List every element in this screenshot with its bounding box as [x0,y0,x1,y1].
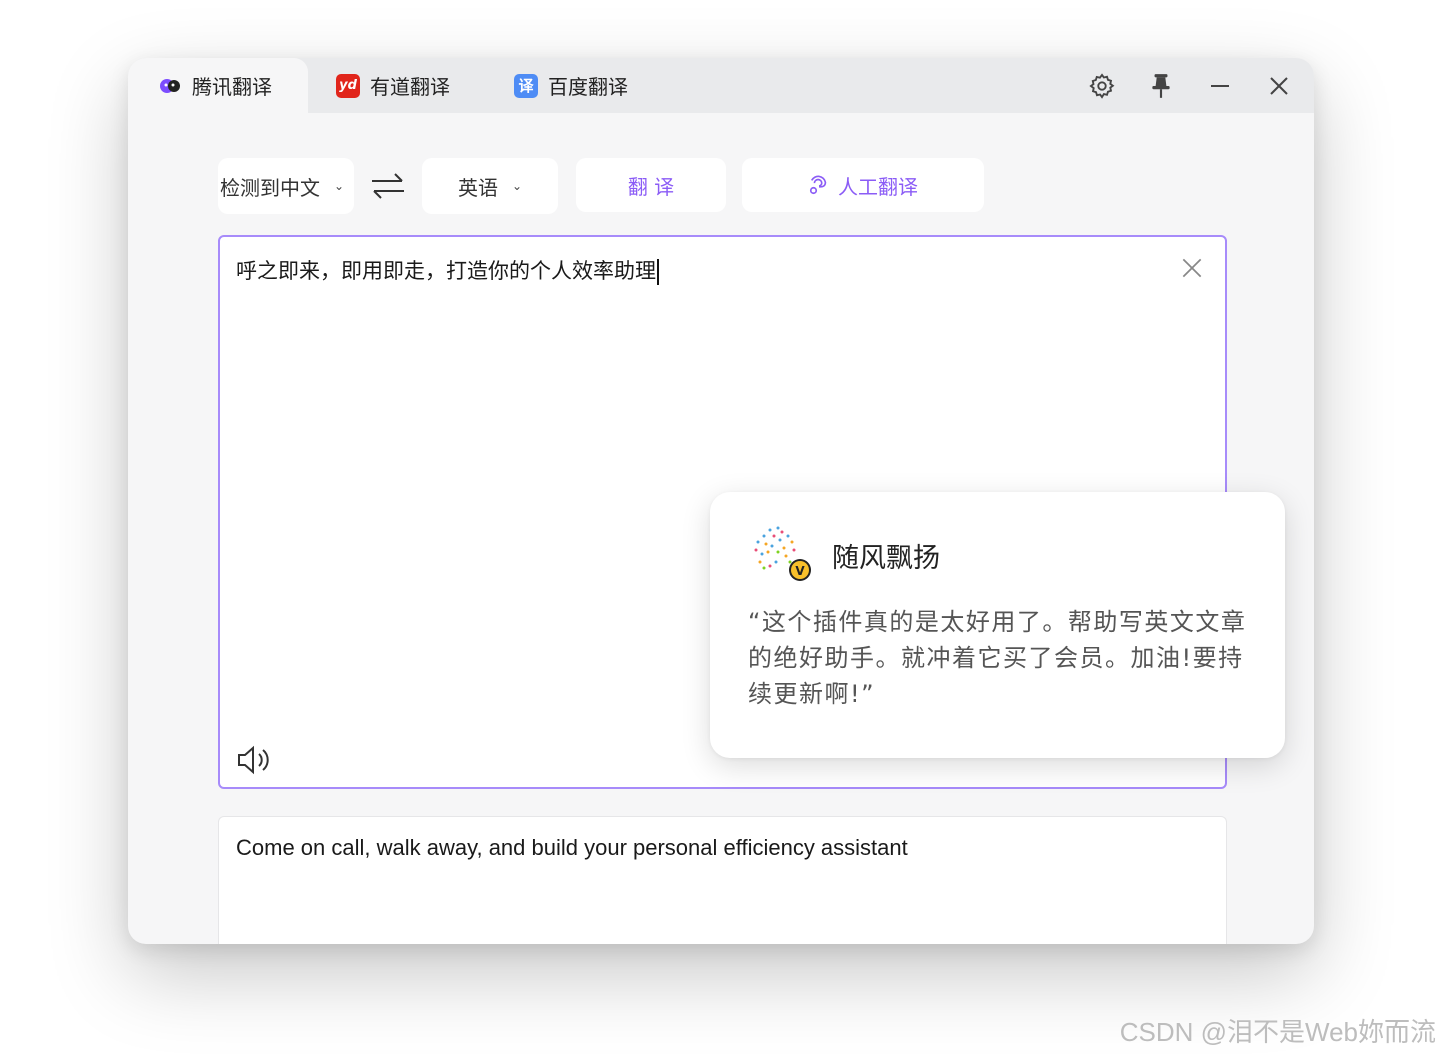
human-translate-icon [809,175,827,195]
settings-button[interactable] [1084,68,1120,104]
translate-button-label: 翻 译 [627,174,675,199]
clear-input-icon[interactable] [1179,255,1205,281]
testimonial-quote: “这个插件真的是太好用了。帮助写英文文章的绝好助手。就冲着它买了会员。加油!要持… [748,608,1247,708]
gear-icon [1089,73,1115,99]
tab-tencent-label: 腾讯翻译 [192,75,272,99]
pin-button[interactable] [1143,68,1179,104]
avatar: V [754,526,811,581]
minimize-button[interactable] [1202,68,1238,104]
verified-badge-icon: V [795,564,805,578]
tab-baidu-label: 百度翻译 [548,75,628,99]
target-language-select[interactable]: 英语 ⌄ [422,158,558,214]
tab-youdao-label: 有道翻译 [370,75,450,99]
testimonial-card: V 随风飘扬 “这个插件真的是太好用了。帮助写英文文章的绝好助手。就冲着它买了会… [710,492,1285,758]
text-cursor [657,259,659,285]
source-language-label: 检测到中文 [220,175,320,200]
close-icon [1270,77,1288,95]
title-bar: 腾讯翻译 yd 有道翻译 译 百度翻译 [128,58,1314,113]
translate-button[interactable]: 翻 译 [576,158,726,212]
pin-icon [1152,74,1170,98]
chevron-down-icon: ⌄ [334,179,345,193]
close-window-button[interactable] [1261,68,1297,104]
chevron-down-icon: ⌄ [511,179,523,193]
youdao-logo-icon: yd [336,73,360,98]
human-translate-label: 人工翻译 [838,174,918,199]
target-language-label: 英语 [457,175,498,200]
tab-tencent[interactable]: 腾讯翻译 [128,58,308,113]
tab-baidu[interactable]: 译 百度翻译 [484,58,664,113]
swap-languages-icon[interactable] [368,170,408,202]
baidu-logo-icon: 译 [514,73,538,98]
human-translate-button[interactable]: 人工翻译 [742,158,984,212]
result-text: Come on call, walk away, and build your … [236,835,908,860]
watermark: CSDN @泪不是Web妳而流 [1119,1017,1436,1047]
tencent-logo-icon [158,74,182,98]
speaker-icon[interactable] [236,745,272,775]
tab-youdao[interactable]: yd 有道翻译 [306,58,486,113]
source-language-select[interactable]: 检测到中文 ⌄ [218,158,354,214]
source-text-content: 呼之即来，即用即走，打造你的个人效率助理 [236,259,656,283]
minimize-icon [1211,85,1229,87]
source-text[interactable]: 呼之即来，即用即走，打造你的个人效率助理 [236,255,659,285]
result-text-area[interactable]: Come on call, walk away, and build your … [218,816,1227,944]
testimonial-author: 随风飘扬 [832,543,940,574]
